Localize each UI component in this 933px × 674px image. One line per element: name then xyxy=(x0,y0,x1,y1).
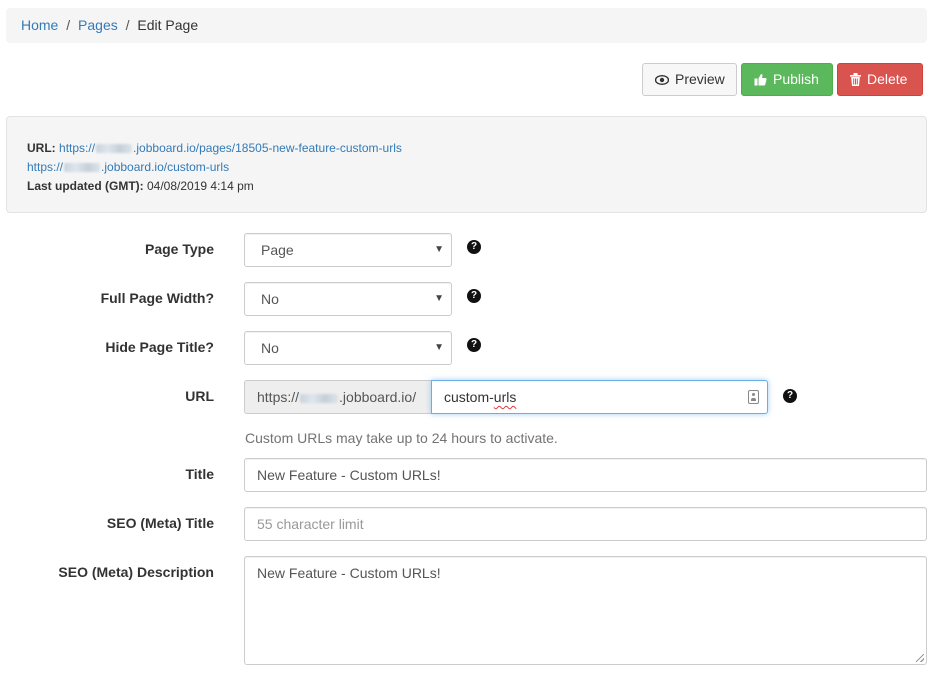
delete-label: Delete xyxy=(867,71,908,87)
page-info-panel: URL: https:// .jobboard.io/pages/18505-ne… xyxy=(6,116,927,213)
seo-description-label: SEO (Meta) Description xyxy=(58,564,214,580)
page-type-value: Page xyxy=(261,242,294,258)
last-updated-value: 04/08/2019 4:14 pm xyxy=(147,179,254,193)
caret-down-icon: ▼ xyxy=(434,244,444,255)
custom-url-link[interactable]: https:// .jobboard.io/custom-urls xyxy=(27,160,229,174)
spellcheck-flagged-text: urls xyxy=(493,389,517,405)
url-label: URL: xyxy=(27,141,56,155)
page-type-select[interactable]: Page ▼ xyxy=(244,233,452,267)
redacted-subdomain xyxy=(300,393,339,403)
breadcrumb-home-link[interactable]: Home xyxy=(21,17,58,33)
seo-title-placeholder: 55 character limit xyxy=(257,516,364,532)
question-circle-icon[interactable]: ? xyxy=(467,240,481,254)
breadcrumb: Home / Pages / Edit Page xyxy=(6,8,927,43)
hide-page-title-select[interactable]: No ▼ xyxy=(244,331,452,365)
url-help-text: Custom URLs may take up to 24 hours to a… xyxy=(245,430,558,446)
breadcrumb-separator: / xyxy=(125,17,130,33)
publish-label: Publish xyxy=(773,71,819,87)
page-url-line: URL: https:// .jobboard.io/pages/18505-ne… xyxy=(27,139,906,158)
page-url-link[interactable]: https:// .jobboard.io/pages/18505-new-fea… xyxy=(59,141,402,155)
url-suffix: .jobboard.io/pages/18505-new-feature-cus… xyxy=(133,141,402,155)
hide-page-title-value: No xyxy=(261,340,279,356)
trash-icon xyxy=(850,73,861,86)
publish-button[interactable]: Publish xyxy=(741,63,833,96)
redacted-subdomain xyxy=(64,163,101,173)
url-prefix-start: https:// xyxy=(257,389,300,405)
page-type-label: Page Type xyxy=(145,241,214,257)
title-label: Title xyxy=(185,466,214,482)
breadcrumb-current: Edit Page xyxy=(137,17,199,33)
custom-url-value: custom- xyxy=(444,389,494,405)
seo-description-textarea[interactable]: New Feature - Custom URLs! xyxy=(244,556,927,665)
custom-url-input[interactable]: custom-urls xyxy=(431,380,768,414)
breadcrumb-pages-link[interactable]: Pages xyxy=(78,17,118,33)
last-updated-line: Last updated (GMT): 04/08/2019 4:14 pm xyxy=(27,177,906,196)
caret-down-icon: ▼ xyxy=(434,342,444,353)
url-prefix: https:// xyxy=(59,141,96,155)
custom-url-line: https:// .jobboard.io/custom-urls xyxy=(27,158,906,177)
url-prefix-end: .jobboard.io/ xyxy=(339,389,417,405)
preview-button[interactable]: Preview xyxy=(642,63,737,96)
hide-page-title-label: Hide Page Title? xyxy=(105,339,214,355)
seo-title-label: SEO (Meta) Title xyxy=(106,515,214,531)
seo-title-input[interactable]: 55 character limit xyxy=(244,507,927,541)
url-suffix: .jobboard.io/custom-urls xyxy=(101,160,230,174)
full-page-width-select[interactable]: No ▼ xyxy=(244,282,452,316)
seo-description-value: New Feature - Custom URLs! xyxy=(257,565,441,581)
title-value: New Feature - Custom URLs! xyxy=(257,467,441,483)
full-page-width-label: Full Page Width? xyxy=(100,290,214,306)
question-circle-icon[interactable]: ? xyxy=(467,338,481,352)
question-circle-icon[interactable]: ? xyxy=(467,289,481,303)
breadcrumb-separator: / xyxy=(66,17,71,33)
resize-handle[interactable] xyxy=(916,654,924,662)
question-circle-icon[interactable]: ? xyxy=(783,389,797,403)
preview-label: Preview xyxy=(675,71,725,87)
delete-button[interactable]: Delete xyxy=(837,63,923,96)
eye-icon xyxy=(655,74,669,85)
url-prefix: https:// xyxy=(27,160,64,174)
autofill-contact-icon[interactable] xyxy=(748,390,759,404)
thumbs-up-icon xyxy=(754,73,767,86)
title-input[interactable]: New Feature - Custom URLs! xyxy=(244,458,927,492)
full-page-width-value: No xyxy=(261,291,279,307)
url-field-label: URL xyxy=(185,388,214,404)
caret-down-icon: ▼ xyxy=(434,293,444,304)
last-updated-label: Last updated (GMT): xyxy=(27,179,144,193)
redacted-subdomain xyxy=(96,144,133,154)
url-prefix-addon: https:// .jobboard.io/ xyxy=(244,380,432,414)
